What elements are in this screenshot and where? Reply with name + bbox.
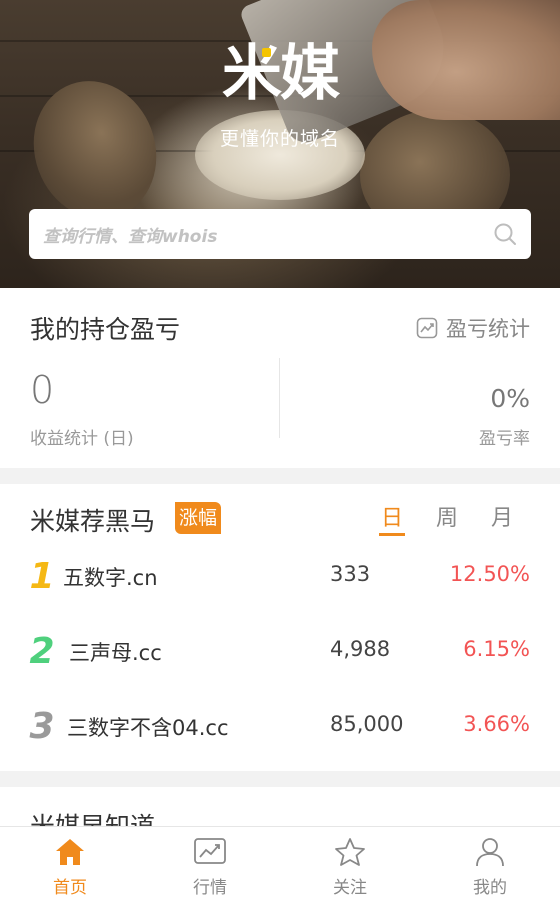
- profit-stats-link[interactable]: 盈亏统计: [416, 313, 530, 343]
- price-change: 3.66%: [463, 712, 530, 736]
- domain-price: 4,988: [330, 637, 391, 661]
- market-chart-icon: [194, 838, 226, 864]
- divider: [279, 358, 280, 438]
- chart-trend-icon: [416, 317, 438, 339]
- search-icon[interactable]: [493, 222, 517, 246]
- hand-image: [372, 0, 560, 120]
- search-placeholder[interactable]: 查询行情、查询whois: [43, 222, 493, 247]
- holdings-card: 我的持仓盈亏 盈亏统计 0 收益统计 (日) 0% 盈亏率: [0, 288, 560, 468]
- tabbar-label: 关注: [333, 878, 367, 898]
- knowledge-title: 米媒早知道: [30, 812, 156, 827]
- list-item[interactable]: 2 三声母.cc 4,988 6.15%: [0, 631, 560, 672]
- logo-dot: [262, 48, 271, 57]
- gain-badge: 涨幅: [175, 502, 222, 534]
- rank-number: 1: [29, 556, 55, 597]
- daily-profit-label: 收益统计 (日): [30, 429, 134, 449]
- list-item[interactable]: 1 五数字.cn 333 12.50%: [0, 556, 560, 597]
- tabbar-item-profile[interactable]: 我的: [420, 827, 560, 903]
- hero-banner: 米媒 更懂你的域名 查询行情、查询whois: [0, 0, 560, 288]
- darkhorse-card: 米媒荐黑马 涨幅 日 周 月 1 五数字.cn 333 12.50% 2 三声母…: [0, 484, 560, 771]
- search-bar[interactable]: 查询行情、查询whois: [29, 209, 531, 259]
- home-icon: [56, 839, 84, 865]
- tab-week[interactable]: 周: [427, 500, 467, 532]
- domain-name: 五数字.cn: [63, 566, 158, 590]
- price-change: 6.15%: [463, 637, 530, 661]
- user-icon: [476, 838, 504, 867]
- knowledge-card: 米媒早知道: [0, 787, 560, 827]
- price-change: 12.50%: [449, 562, 530, 586]
- active-tab-indicator: [379, 533, 405, 536]
- tabbar-item-market[interactable]: 行情: [140, 827, 280, 903]
- holdings-title: 我的持仓盈亏: [30, 315, 181, 344]
- domain-name: 三声母.cc: [69, 641, 162, 665]
- darkhorse-title: 米媒荐黑马: [30, 507, 156, 536]
- rank-number: 3: [29, 706, 55, 747]
- tabbar-item-home[interactable]: 首页: [0, 827, 140, 903]
- tabbar-label: 行情: [193, 878, 227, 898]
- profit-rate-value: 0%: [490, 384, 530, 413]
- daily-profit-value: 0: [30, 368, 55, 412]
- list-item[interactable]: 3 三数字不含04.cc 85,000 3.66%: [0, 706, 560, 747]
- profit-rate-label: 盈亏率: [479, 429, 530, 449]
- tabbar-label: 我的: [473, 878, 507, 898]
- tabbar-item-follow[interactable]: 关注: [280, 827, 420, 903]
- domain-name: 三数字不含04.cc: [67, 716, 229, 740]
- domain-price: 85,000: [330, 712, 404, 736]
- rank-number: 2: [29, 631, 55, 672]
- tabbar-label: 首页: [53, 878, 87, 898]
- slogan: 更懂你的域名: [219, 128, 340, 150]
- tab-day[interactable]: 日: [372, 500, 412, 532]
- domain-price: 333: [330, 562, 371, 586]
- profit-stats-label[interactable]: 盈亏统计: [446, 313, 530, 343]
- bottom-tabbar: 首页 行情 关注 我的: [0, 826, 560, 903]
- app-logo: 米媒: [222, 39, 340, 109]
- star-icon: [335, 838, 365, 866]
- tab-month[interactable]: 月: [482, 500, 522, 532]
